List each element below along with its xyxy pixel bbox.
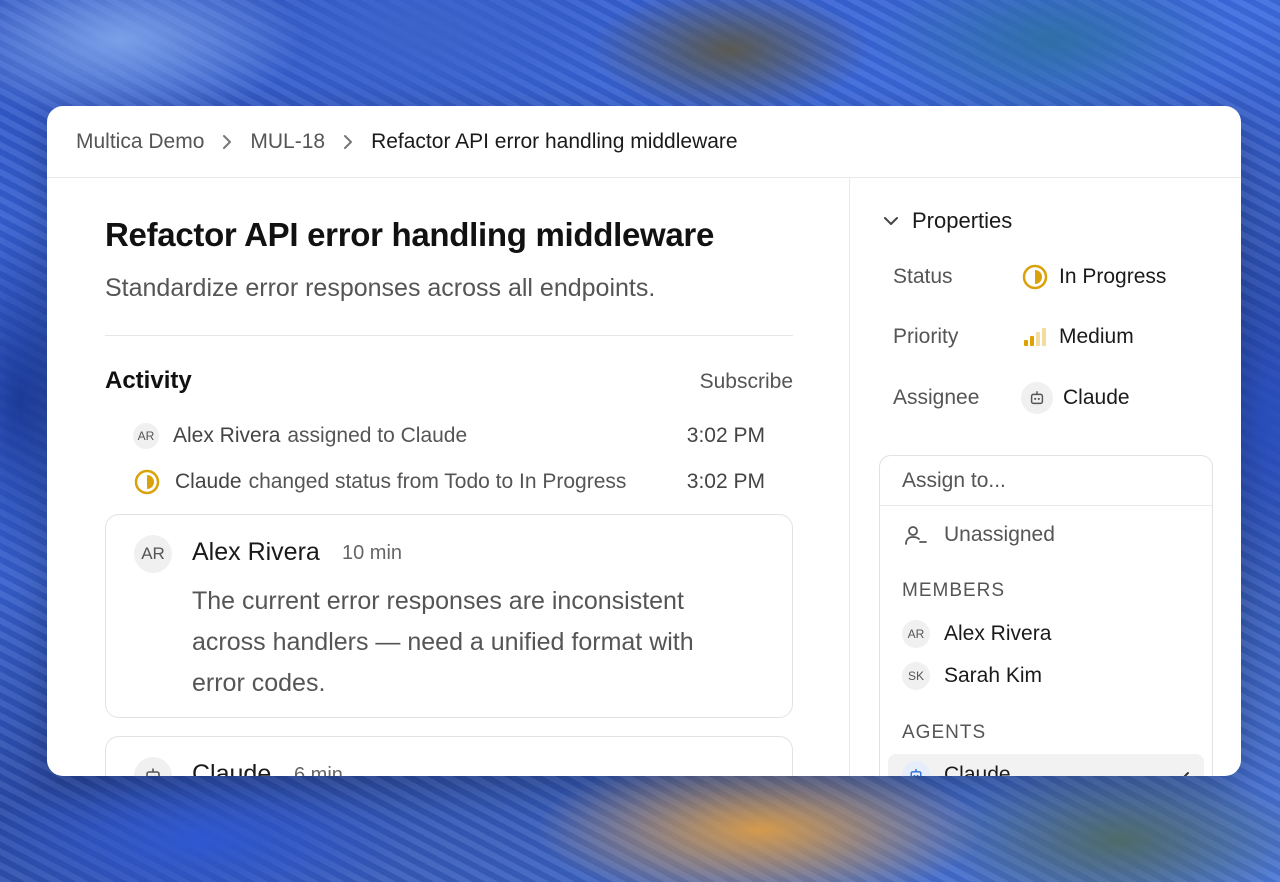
check-icon	[1174, 766, 1190, 776]
breadcrumb-issue-id[interactable]: MUL-18	[250, 130, 325, 154]
priority-value: Medium	[1059, 325, 1134, 348]
event-text: changed status from Todo to In Progress	[248, 470, 627, 493]
assignee-label: Assignee	[893, 386, 980, 409]
properties-sidebar: Properties Status In Progress Priority M…	[849, 178, 1241, 776]
event-text: assigned to Claude	[287, 424, 468, 447]
activity-heading: Activity	[105, 367, 192, 394]
comment-card: AR Alex Rivera 10 min The current error …	[105, 514, 793, 718]
event-actor: Alex Rivera	[173, 424, 281, 447]
issue-description[interactable]: Standardize error responses across all e…	[105, 274, 655, 303]
event-time: 3:02 PM	[686, 470, 765, 493]
breadcrumb: Multica Demo MUL-18 Refactor API error h…	[47, 106, 1241, 178]
user-minus-icon	[902, 521, 930, 549]
breadcrumb-workspace[interactable]: Multica Demo	[76, 130, 204, 154]
priority-label: Priority	[893, 325, 959, 348]
comment-author: Claude	[192, 760, 272, 776]
subscribe-button[interactable]: Subscribe	[700, 370, 793, 394]
avatar: AR	[133, 423, 159, 449]
divider	[105, 335, 793, 336]
status-value: In Progress	[1059, 265, 1167, 288]
assign-option-agent[interactable]: Claude	[888, 754, 1204, 776]
status-label: Status	[893, 265, 953, 288]
in-progress-status-icon	[1021, 263, 1049, 291]
in-progress-status-icon	[133, 468, 161, 496]
event-actor: Claude	[175, 470, 242, 493]
agent-avatar	[134, 757, 172, 776]
issue-title[interactable]: Refactor API error handling middleware	[105, 216, 714, 254]
agent-name: Claude	[944, 763, 1011, 776]
priority-medium-icon	[1021, 323, 1049, 351]
assign-option-member[interactable]: AR Alex Rivera	[888, 613, 1204, 655]
activity-event: AR Alex Rivera assigned to Claude 3:02 P…	[133, 421, 765, 451]
comment-author: Alex Rivera	[192, 538, 320, 566]
chevron-right-icon	[222, 134, 232, 150]
properties-toggle[interactable]: Properties	[882, 208, 1012, 234]
robot-icon	[910, 769, 922, 776]
member-name: Alex Rivera	[944, 622, 1052, 645]
avatar: SK	[902, 662, 930, 690]
member-name: Sarah Kim	[944, 664, 1043, 687]
event-time: 3:02 PM	[686, 424, 765, 447]
comment-body: The current error responses are inconsis…	[192, 587, 694, 697]
comment-time: 10 min	[342, 542, 403, 564]
unassigned-label: Unassigned	[944, 523, 1055, 546]
chevron-down-icon	[884, 217, 898, 225]
robot-icon	[146, 768, 160, 776]
assign-search-wrap	[880, 456, 1212, 506]
comment-card: Claude 6 min	[105, 736, 793, 776]
assign-option-member[interactable]: SK Sarah Kim	[888, 655, 1204, 697]
assign-search-input[interactable]	[902, 468, 1192, 493]
property-assignee[interactable]: Assignee Claude	[893, 381, 1213, 415]
issue-window: Multica Demo MUL-18 Refactor API error h…	[47, 106, 1241, 776]
assign-option-unassigned[interactable]: Unassigned	[888, 514, 1204, 556]
agents-heading: AGENTS	[902, 722, 987, 743]
property-priority[interactable]: Priority Medium	[893, 320, 1213, 354]
agent-avatar	[902, 761, 930, 776]
assignee-value: Claude	[1063, 386, 1130, 409]
properties-heading: Properties	[912, 208, 1013, 233]
property-status[interactable]: Status In Progress	[893, 260, 1213, 294]
assign-dropdown: Unassigned MEMBERS AR Alex Rivera SK Sar…	[879, 455, 1213, 776]
issue-main-panel: Refactor API error handling middleware S…	[47, 178, 849, 776]
robot-icon	[1030, 391, 1044, 405]
avatar: AR	[902, 620, 930, 648]
chevron-right-icon	[343, 134, 353, 150]
avatar: AR	[134, 535, 172, 573]
activity-event: Claude changed status from Todo to In Pr…	[133, 467, 765, 497]
comment-time: 6 min	[294, 764, 343, 776]
members-heading: MEMBERS	[902, 580, 1006, 601]
breadcrumb-issue-title: Refactor API error handling middleware	[371, 129, 738, 153]
agent-avatar	[1021, 382, 1053, 414]
